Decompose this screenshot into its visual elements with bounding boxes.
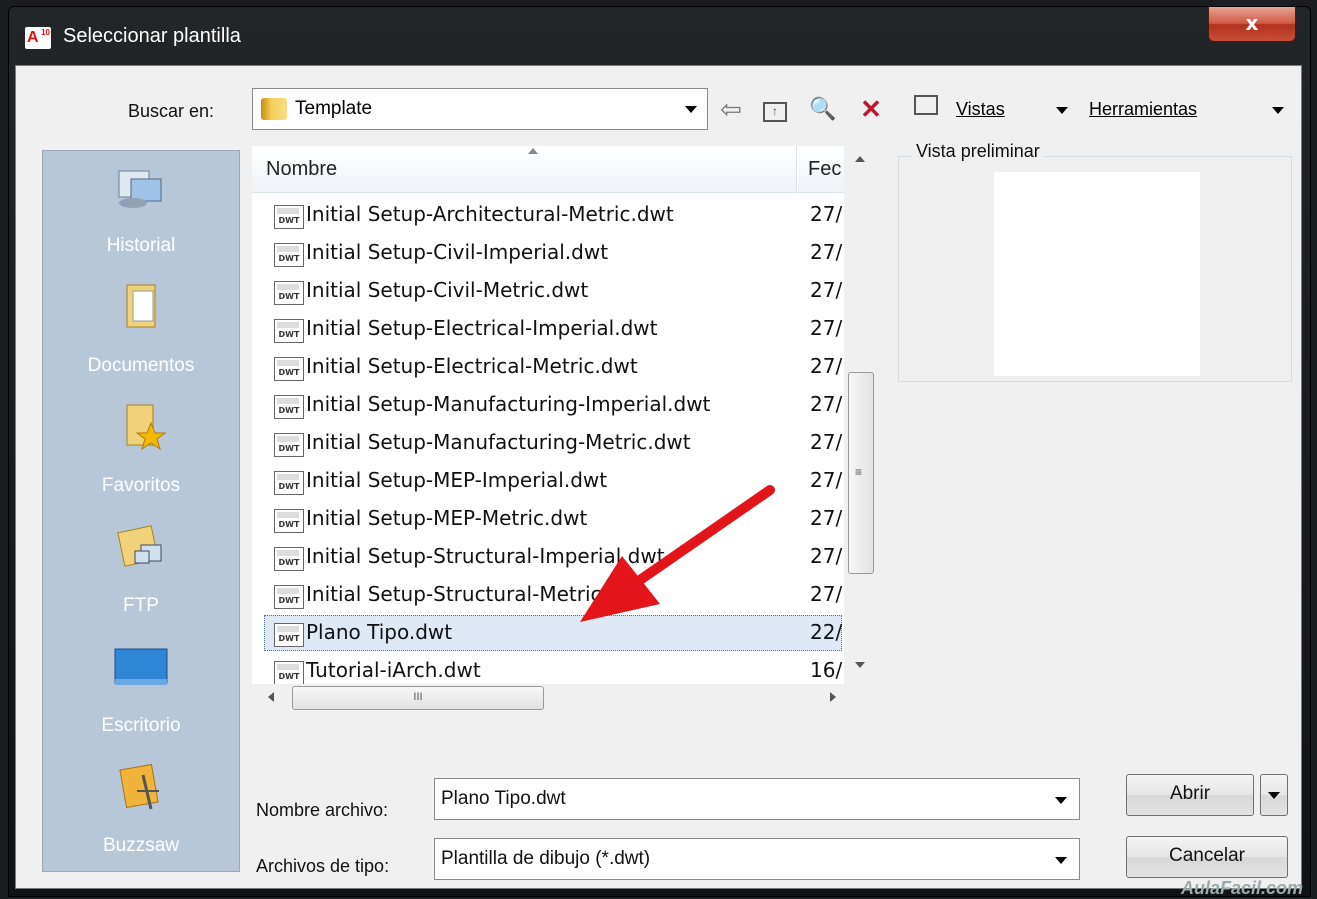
annotation-arrow bbox=[580, 485, 775, 622]
watermark-logo: AulaFacil.com bbox=[1180, 878, 1303, 898]
